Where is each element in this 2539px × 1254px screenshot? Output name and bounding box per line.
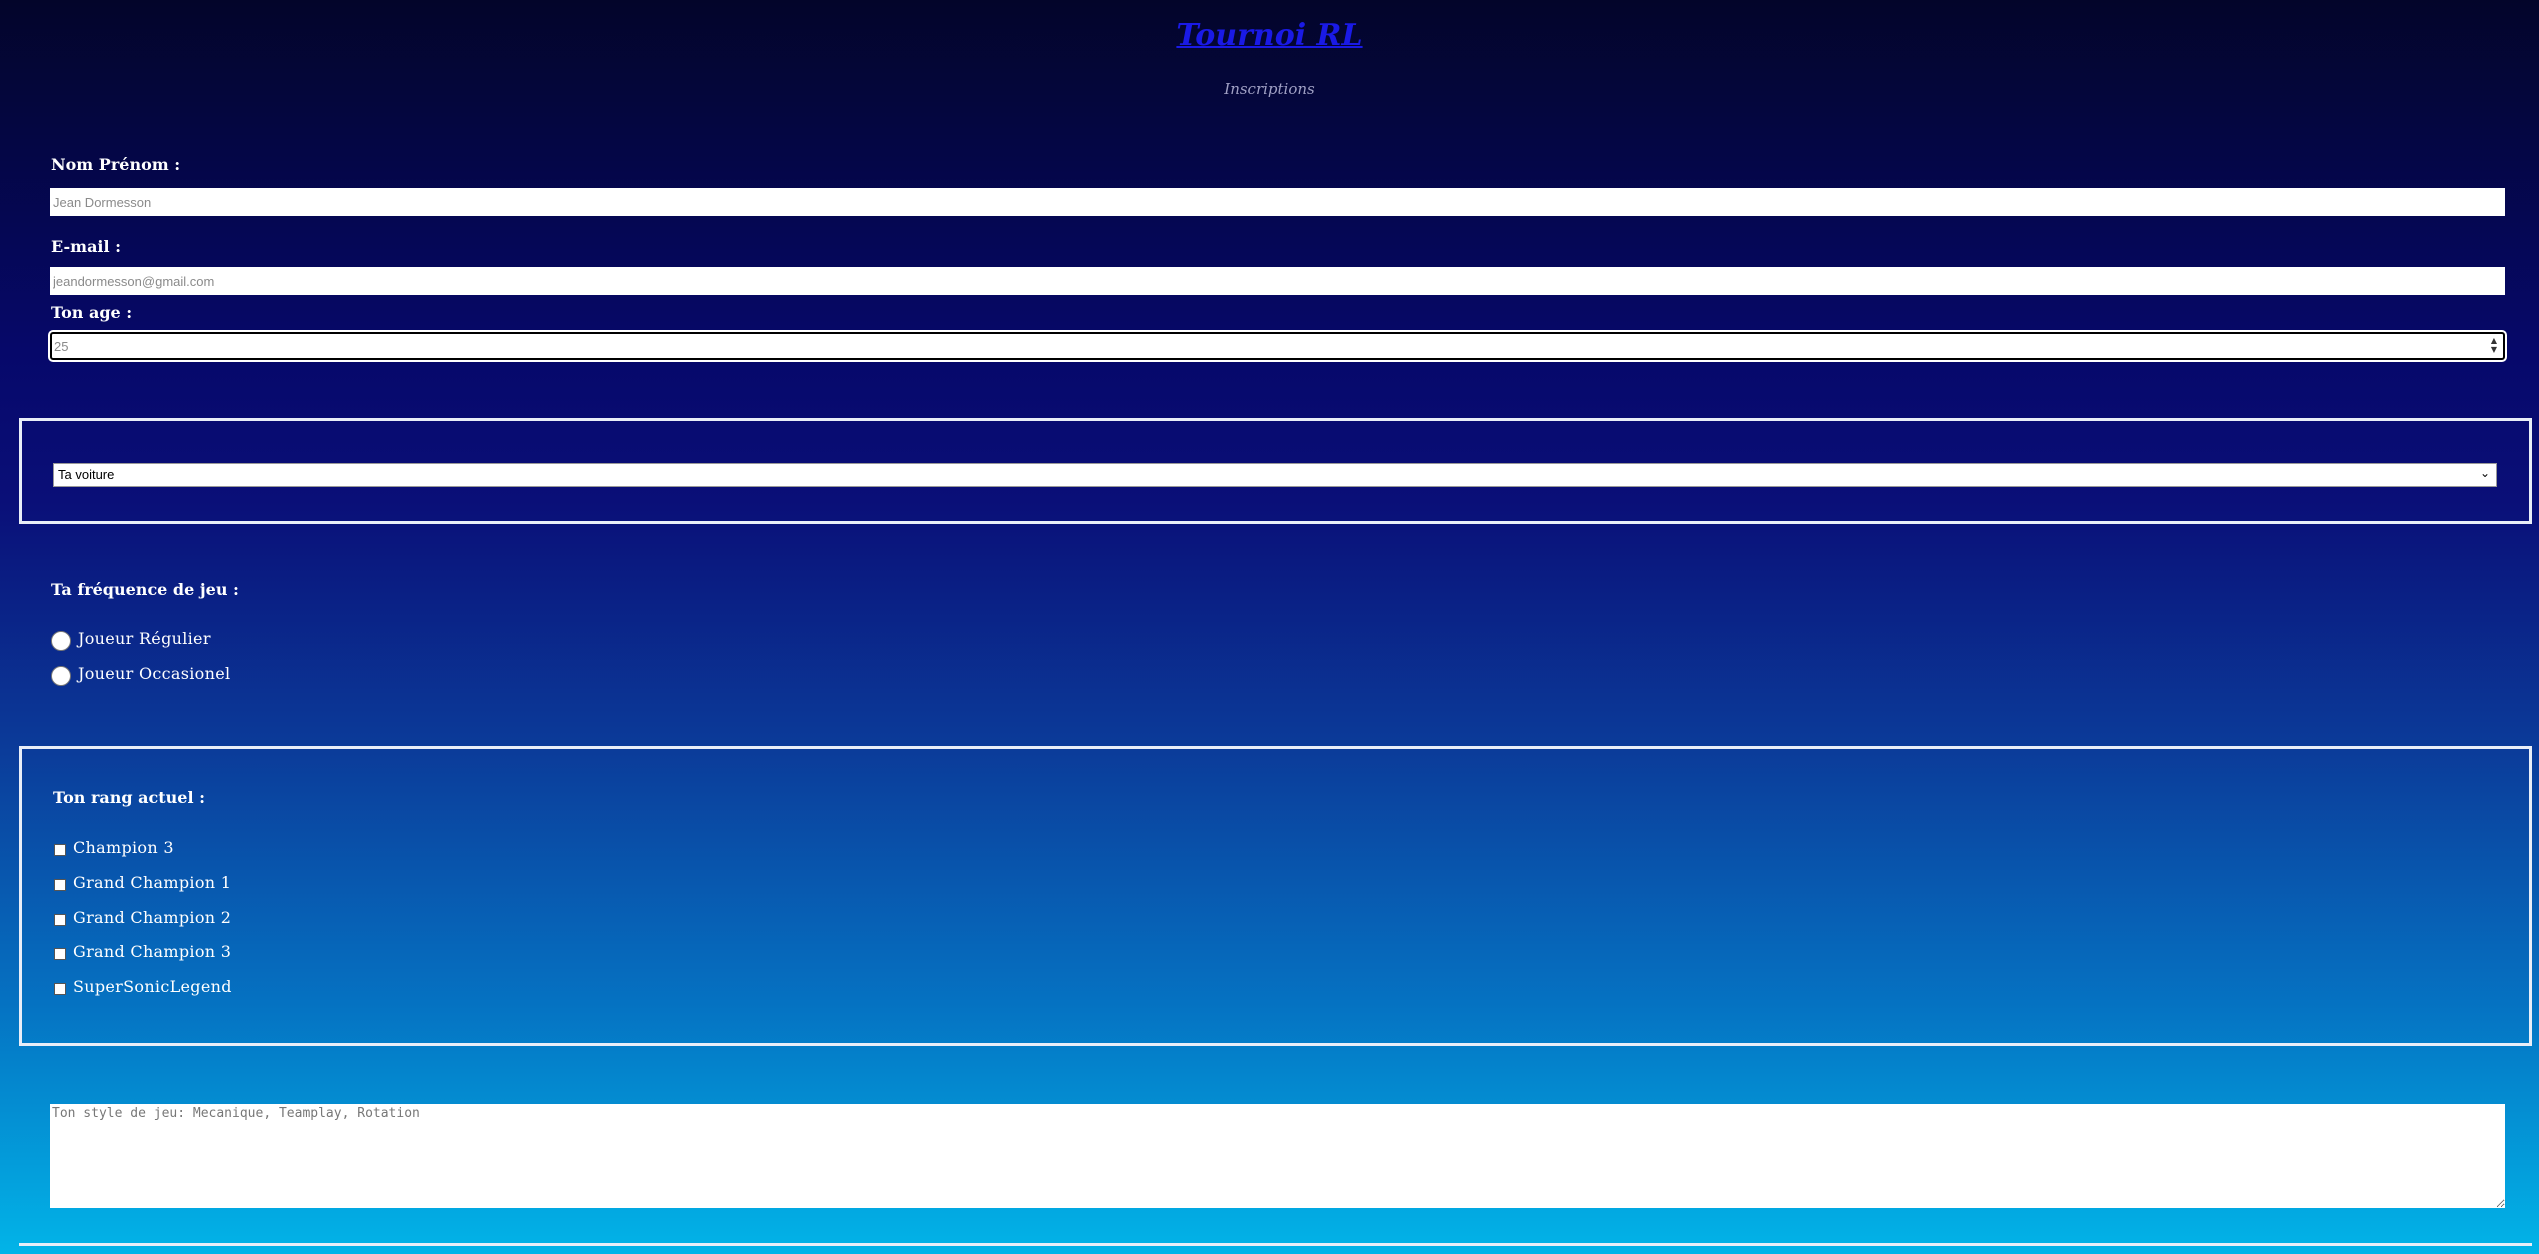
car-select[interactable]: Ta voiture ⌄ [53,463,2497,487]
name-input[interactable] [50,188,2505,216]
page-subtitle: Inscriptions [1224,80,1315,98]
chevron-down-icon: ⌄ [2479,466,2490,480]
checkbox-grand-champion-3-label: Grand Champion 3 [73,942,232,961]
rank-label: Ton rang actuel : [53,788,205,807]
name-label: Nom Prénom : [51,155,181,174]
checkbox-supersoniclegend-label: SuperSonicLegend [73,977,232,996]
frequency-label: Ta fréquence de jeu : [51,580,239,599]
page-title: Tournoi RL [1176,18,1363,53]
age-input[interactable] [50,332,2505,360]
email-label: E-mail : [51,237,122,256]
radio-occasional-label: Joueur Occasionel [78,664,231,683]
email-input[interactable] [50,267,2505,295]
radio-occasional[interactable] [51,666,71,686]
bottom-fieldset-border [19,1243,2532,1246]
radio-regular[interactable] [51,631,71,651]
radio-regular-label: Joueur Régulier [78,629,211,648]
age-label: Ton age : [51,303,133,322]
checkbox-grand-champion-1[interactable] [54,879,66,891]
checkbox-supersoniclegend[interactable] [54,983,66,995]
checkbox-champion-3-label: Champion 3 [73,838,174,857]
checkbox-grand-champion-3[interactable] [54,948,66,960]
checkbox-grand-champion-1-label: Grand Champion 1 [73,873,232,892]
play-style-textarea[interactable] [50,1104,2505,1208]
number-spinner-icon[interactable]: ▲ ▼ [2488,336,2500,356]
car-select-value: Ta voiture [58,467,115,482]
checkbox-grand-champion-2[interactable] [54,914,66,926]
rank-fieldset [19,746,2532,1046]
checkbox-champion-3[interactable] [54,844,66,856]
checkbox-grand-champion-2-label: Grand Champion 2 [73,908,232,927]
